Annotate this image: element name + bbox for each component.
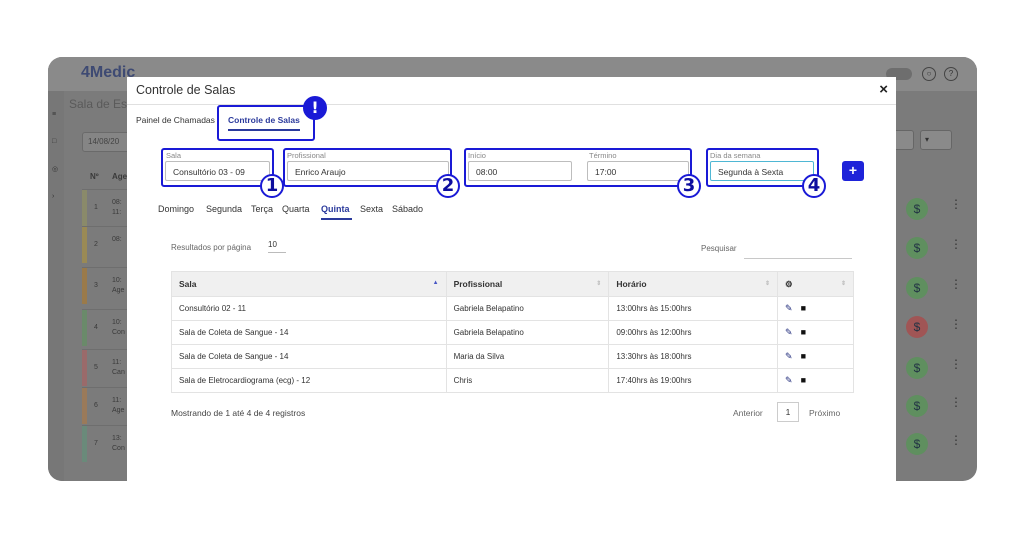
badge-3: 3 (677, 174, 701, 198)
pager-next[interactable]: Próximo (809, 408, 840, 418)
sort-asc-icon: ▲ (432, 280, 439, 286)
users-button[interactable]: ▾ (920, 130, 952, 150)
cell-actions: ✎ ■ (777, 344, 854, 369)
more-icon[interactable]: ⋮ (950, 395, 962, 409)
badge-tab: ! (303, 96, 327, 120)
dia-select[interactable]: Segunda à Sexta (710, 161, 814, 181)
edit-icon[interactable]: ✎ (785, 351, 793, 361)
more-icon[interactable]: ⋮ (950, 277, 962, 291)
sidebar-icon[interactable]: □ (52, 138, 64, 145)
col-header-profissional[interactable]: Profissional ⇕ (445, 271, 610, 297)
day-tab-sabado[interactable]: Sábado (392, 204, 423, 214)
cell-profissional: Chris (445, 368, 610, 393)
payment-icon[interactable]: $ (906, 198, 928, 220)
inicio-input[interactable]: 08:00 (468, 161, 572, 181)
add-button[interactable]: + (842, 161, 864, 181)
edit-icon[interactable]: ✎ (785, 327, 793, 337)
cell-profissional: Gabriela Belapatino (445, 320, 610, 345)
termino-label: Término (589, 151, 617, 160)
table-row: Sala de Coleta de Sangue - 14 Gabriela B… (171, 320, 854, 345)
room-control-modal: Controle de Salas × Painel de Chamadas C… (127, 77, 896, 481)
cell-sala: Consultório 02 - 11 (171, 296, 447, 321)
more-icon[interactable]: ⋮ (950, 197, 962, 211)
cell-horario: 13:30hrs às 18:00hrs (608, 344, 779, 369)
tab-call-panel[interactable]: Painel de Chamadas (136, 115, 215, 125)
profissional-select[interactable]: Enrico Araujo (287, 161, 449, 181)
cell-sala: Sala de Eletrocardiograma (ecg) - 12 (171, 368, 447, 393)
day-tab-domingo[interactable]: Domingo (158, 204, 194, 214)
help-icon[interactable]: ? (944, 67, 958, 81)
payment-icon[interactable]: $ (906, 395, 928, 417)
sidebar-icon[interactable]: ◎ (52, 165, 64, 173)
highlight-tab (217, 105, 315, 141)
table-row: Sala de Coleta de Sangue - 14 Maria da S… (171, 344, 854, 369)
sidebar-icon[interactable]: › (52, 193, 64, 200)
cell-sala: Sala de Coleta de Sangue - 14 (171, 344, 447, 369)
sort-icon: ⇕ (840, 281, 846, 287)
day-tab-quinta[interactable]: Quinta (321, 204, 350, 214)
sala-select[interactable]: Consultório 03 - 09 (165, 161, 270, 181)
cell-actions: ✎ ■ (777, 368, 854, 393)
cell-horario: 17:40hrs às 19:00hrs (608, 368, 779, 393)
col-header-sala[interactable]: Sala ▲ (171, 271, 447, 297)
badge-1: 1 (260, 174, 284, 198)
dia-label: Dia da semana (710, 151, 761, 160)
day-tab-quarta[interactable]: Quarta (282, 204, 310, 214)
sidebar-icon[interactable]: ≡ (52, 111, 64, 118)
cell-profissional: Maria da Silva (445, 344, 610, 369)
cell-horario: 09:00hrs às 12:00hrs (608, 320, 779, 345)
table-row: Sala de Eletrocardiograma (ecg) - 12 Chr… (171, 368, 854, 393)
edit-icon[interactable]: ✎ (785, 303, 793, 313)
day-tab-terca[interactable]: Terça (251, 204, 273, 214)
day-tab-sexta[interactable]: Sexta (360, 204, 383, 214)
more-icon[interactable]: ⋮ (950, 433, 962, 447)
more-icon[interactable]: ⋮ (950, 357, 962, 371)
payment-icon[interactable]: $ (906, 277, 928, 299)
more-icon[interactable]: ⋮ (950, 237, 962, 251)
trash-icon[interactable]: ■ (801, 303, 806, 313)
trash-icon[interactable]: ■ (801, 351, 806, 361)
cell-profissional: Gabriela Belapatino (445, 296, 610, 321)
payment-icon[interactable]: $ (906, 357, 928, 379)
col-header-horario[interactable]: Horário ⇕ (608, 271, 779, 297)
active-day-indicator (321, 218, 352, 220)
col-number-header: Nº (90, 172, 99, 181)
cell-actions: ✎ ■ (777, 296, 854, 321)
edit-icon[interactable]: ✎ (785, 375, 793, 385)
rooms-table: Sala ▲ Profissional ⇕ Horário ⇕ ⚙ ⇕ Consultó… (171, 271, 854, 393)
trash-icon[interactable]: ■ (801, 327, 806, 337)
inicio-label: Início (468, 151, 486, 160)
badge-4: 4 (802, 174, 826, 198)
termino-input[interactable]: 17:00 (587, 161, 689, 181)
col-header-actions[interactable]: ⚙ ⇕ (777, 271, 854, 297)
table-row: Consultório 02 - 11 Gabriela Belapatino … (171, 296, 854, 321)
profissional-label: Profissional (287, 151, 326, 160)
modal-title: Controle de Salas (136, 83, 236, 97)
day-tab-segunda[interactable]: Segunda (206, 204, 242, 214)
per-page-label: Resultados por página (171, 243, 252, 252)
sala-label: Sala (166, 151, 182, 160)
cell-actions: ✎ ■ (777, 320, 854, 345)
per-page-select[interactable]: 10 (268, 240, 286, 253)
sidebar: ≡ □ ◎ › (48, 91, 64, 481)
payment-icon[interactable]: $ (906, 433, 928, 455)
badge-2: 2 (436, 174, 460, 198)
search-label: Pesquisar (701, 244, 737, 253)
trash-icon[interactable]: ■ (801, 375, 806, 385)
close-icon[interactable]: × (879, 81, 888, 98)
gears-icon: ⚙ (785, 278, 793, 289)
chat-icon[interactable]: ○ (922, 67, 936, 81)
cell-sala: Sala de Coleta de Sangue - 14 (171, 320, 447, 345)
records-info: Mostrando de 1 até 4 de 4 registros (171, 408, 306, 418)
pager-page-1[interactable]: 1 (777, 402, 799, 422)
cell-horario: 13:00hrs às 15:00hrs (608, 296, 779, 321)
pager-previous[interactable]: Anterior (733, 408, 763, 418)
col-age-header: Age (112, 172, 128, 181)
payment-icon[interactable]: $ (906, 237, 928, 259)
more-icon[interactable]: ⋮ (950, 317, 962, 331)
sort-icon: ⇕ (765, 281, 771, 287)
search-input[interactable] (744, 258, 852, 259)
sort-icon: ⇕ (596, 281, 602, 287)
payment-icon[interactable]: $ (906, 316, 928, 338)
